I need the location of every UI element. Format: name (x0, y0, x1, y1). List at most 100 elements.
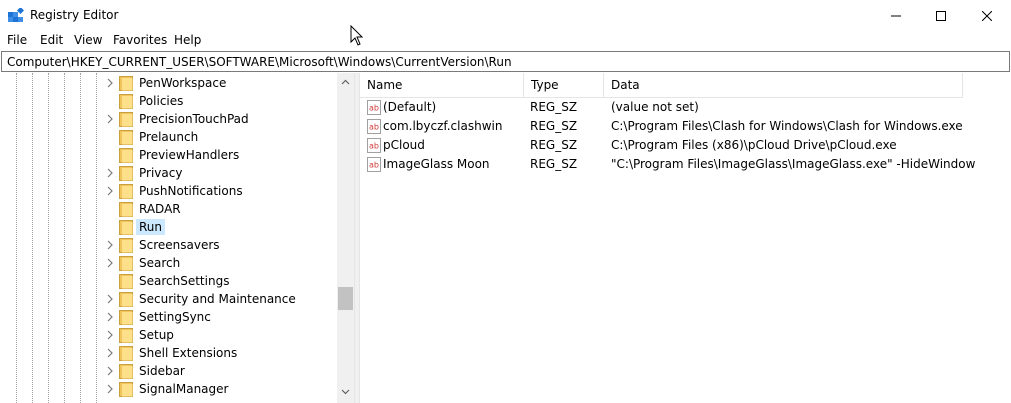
tree-item[interactable]: PushNotifications (0, 182, 338, 200)
tree-item-label: Security and Maintenance (139, 292, 296, 306)
chevron-right-icon[interactable] (106, 330, 114, 340)
minimize-button[interactable] (873, 0, 919, 31)
window-title: Registry Editor (30, 8, 119, 22)
list-header: Name Type Data (360, 73, 963, 98)
svg-text:ab: ab (369, 123, 379, 132)
value-row[interactable]: ab (Default) REG_SZ (value not set) (360, 98, 1011, 117)
tree-item-label: SignalManager (139, 382, 229, 396)
chevron-right-icon[interactable] (106, 384, 114, 394)
folder-icon (119, 310, 133, 325)
tree-item[interactable]: Setup (0, 326, 338, 344)
tree-item-label: SearchSettings (139, 274, 230, 288)
tree-item[interactable]: SettingSync (0, 308, 338, 326)
chevron-right-icon[interactable] (106, 258, 114, 268)
folder-icon (119, 94, 133, 109)
close-button[interactable] (964, 0, 1010, 31)
string-value-icon: ab (367, 100, 381, 115)
tree-item[interactable]: Search (0, 254, 338, 272)
chevron-right-icon[interactable] (106, 348, 114, 358)
chevron-right-icon[interactable] (106, 186, 114, 196)
tree-item[interactable]: SearchSettings (0, 272, 338, 290)
tree-scrollbar[interactable] (337, 73, 354, 403)
value-type: REG_SZ (530, 157, 578, 171)
value-data: C:\Program Files\Clash for Windows\Clash… (611, 119, 963, 133)
tree-item[interactable]: RADAR (0, 200, 338, 218)
value-data: C:\Program Files (x86)\pCloud Drive\pClo… (611, 138, 897, 152)
tree-item[interactable]: Prelaunch (0, 128, 338, 146)
folder-icon (119, 112, 133, 127)
column-header-name[interactable]: Name (360, 73, 524, 98)
menu-view[interactable]: View (74, 33, 102, 47)
tree-item-label: Sidebar (139, 364, 185, 378)
chevron-right-icon[interactable] (106, 78, 114, 88)
folder-icon (119, 148, 133, 163)
tree-item[interactable]: Screensavers (0, 236, 338, 254)
tree-item-label: Privacy (139, 166, 183, 180)
tree-item-label: Run (136, 219, 166, 235)
scroll-up-button[interactable] (337, 73, 354, 90)
string-value-icon: ab (367, 119, 381, 134)
menu-help[interactable]: Help (174, 33, 201, 47)
tree-item[interactable]: Security and Maintenance (0, 290, 338, 308)
column-header-type[interactable]: Type (524, 73, 604, 98)
value-name: ImageGlass Moon (383, 157, 490, 171)
value-row[interactable]: ab com.lbyczf.clashwin REG_SZ C:\Program Fi… (360, 117, 1011, 136)
chevron-down-icon (341, 389, 350, 394)
address-bar[interactable]: Computer\HKEY_CURRENT_USER\SOFTWARE\Micr… (1, 51, 1010, 72)
folder-icon (119, 274, 133, 289)
chevron-up-icon (341, 79, 350, 84)
chevron-right-icon[interactable] (106, 240, 114, 250)
tree-item[interactable]: PenWorkspace (0, 74, 338, 92)
value-type: REG_SZ (530, 119, 578, 133)
folder-icon (119, 238, 133, 253)
values-list[interactable]: Name Type Data ab (Default) REG_SZ (value n… (360, 73, 1011, 403)
scroll-down-button[interactable] (337, 383, 354, 400)
tree-item[interactable]: PreviewHandlers (0, 146, 338, 164)
maximize-button[interactable] (918, 0, 964, 31)
tree-item[interactable]: Run (0, 218, 338, 236)
tree-item-label: PenWorkspace (139, 76, 227, 90)
menu-bar: File Edit View Favorites Help (0, 32, 1011, 50)
menu-edit[interactable]: Edit (40, 33, 63, 47)
folder-icon (119, 76, 133, 91)
value-data: (value not set) (611, 100, 699, 114)
tree-item-label: Prelaunch (139, 130, 199, 144)
folder-icon (119, 292, 133, 307)
chevron-right-icon[interactable] (106, 366, 114, 376)
scroll-thumb[interactable] (338, 287, 353, 310)
tree-item-label: Setup (139, 328, 174, 342)
chevron-right-icon[interactable] (106, 114, 114, 124)
tree-item[interactable]: PrecisionTouchPad (0, 110, 338, 128)
string-value-icon: ab (367, 138, 381, 153)
value-row[interactable]: ab ImageGlass Moon REG_SZ "C:\Program Files… (360, 155, 1011, 174)
menu-favorites[interactable]: Favorites (113, 33, 167, 47)
tree-item-label: Search (139, 256, 181, 270)
key-tree[interactable]: PenWorkspace Policies PrecisionTouchPad Pre… (0, 73, 354, 403)
column-header-data[interactable]: Data (604, 73, 963, 98)
maximize-icon (936, 10, 946, 21)
value-data: "C:\Program Files\ImageGlass\ImageGlass.… (611, 157, 976, 171)
tree-item-label: PreviewHandlers (139, 148, 240, 162)
tree-item-label: Policies (139, 94, 184, 108)
tree-item[interactable]: Privacy (0, 164, 338, 182)
tree-item-label: SettingSync (139, 310, 211, 324)
folder-icon (119, 184, 133, 199)
chevron-right-icon[interactable] (106, 168, 114, 178)
tree-item[interactable]: Policies (0, 92, 338, 110)
value-type: REG_SZ (530, 100, 578, 114)
folder-icon (119, 166, 133, 181)
menu-file[interactable]: File (7, 33, 27, 47)
chevron-right-icon[interactable] (106, 294, 114, 304)
title-bar[interactable]: Registry Editor (0, 0, 1011, 31)
registry-icon (8, 8, 24, 22)
value-row[interactable]: ab pCloud REG_SZ C:\Program Files (x86)\pCl… (360, 136, 1011, 155)
tree-item-label: PushNotifications (139, 184, 243, 198)
address-path[interactable]: Computer\HKEY_CURRENT_USER\SOFTWARE\Micr… (7, 55, 512, 69)
folder-icon (119, 256, 133, 271)
folder-icon (119, 202, 133, 217)
chevron-right-icon[interactable] (106, 312, 114, 322)
svg-text:ab: ab (369, 161, 379, 170)
tree-item[interactable]: SignalManager (0, 380, 338, 398)
tree-item[interactable]: Sidebar (0, 362, 338, 380)
tree-item[interactable]: Shell Extensions (0, 344, 338, 362)
